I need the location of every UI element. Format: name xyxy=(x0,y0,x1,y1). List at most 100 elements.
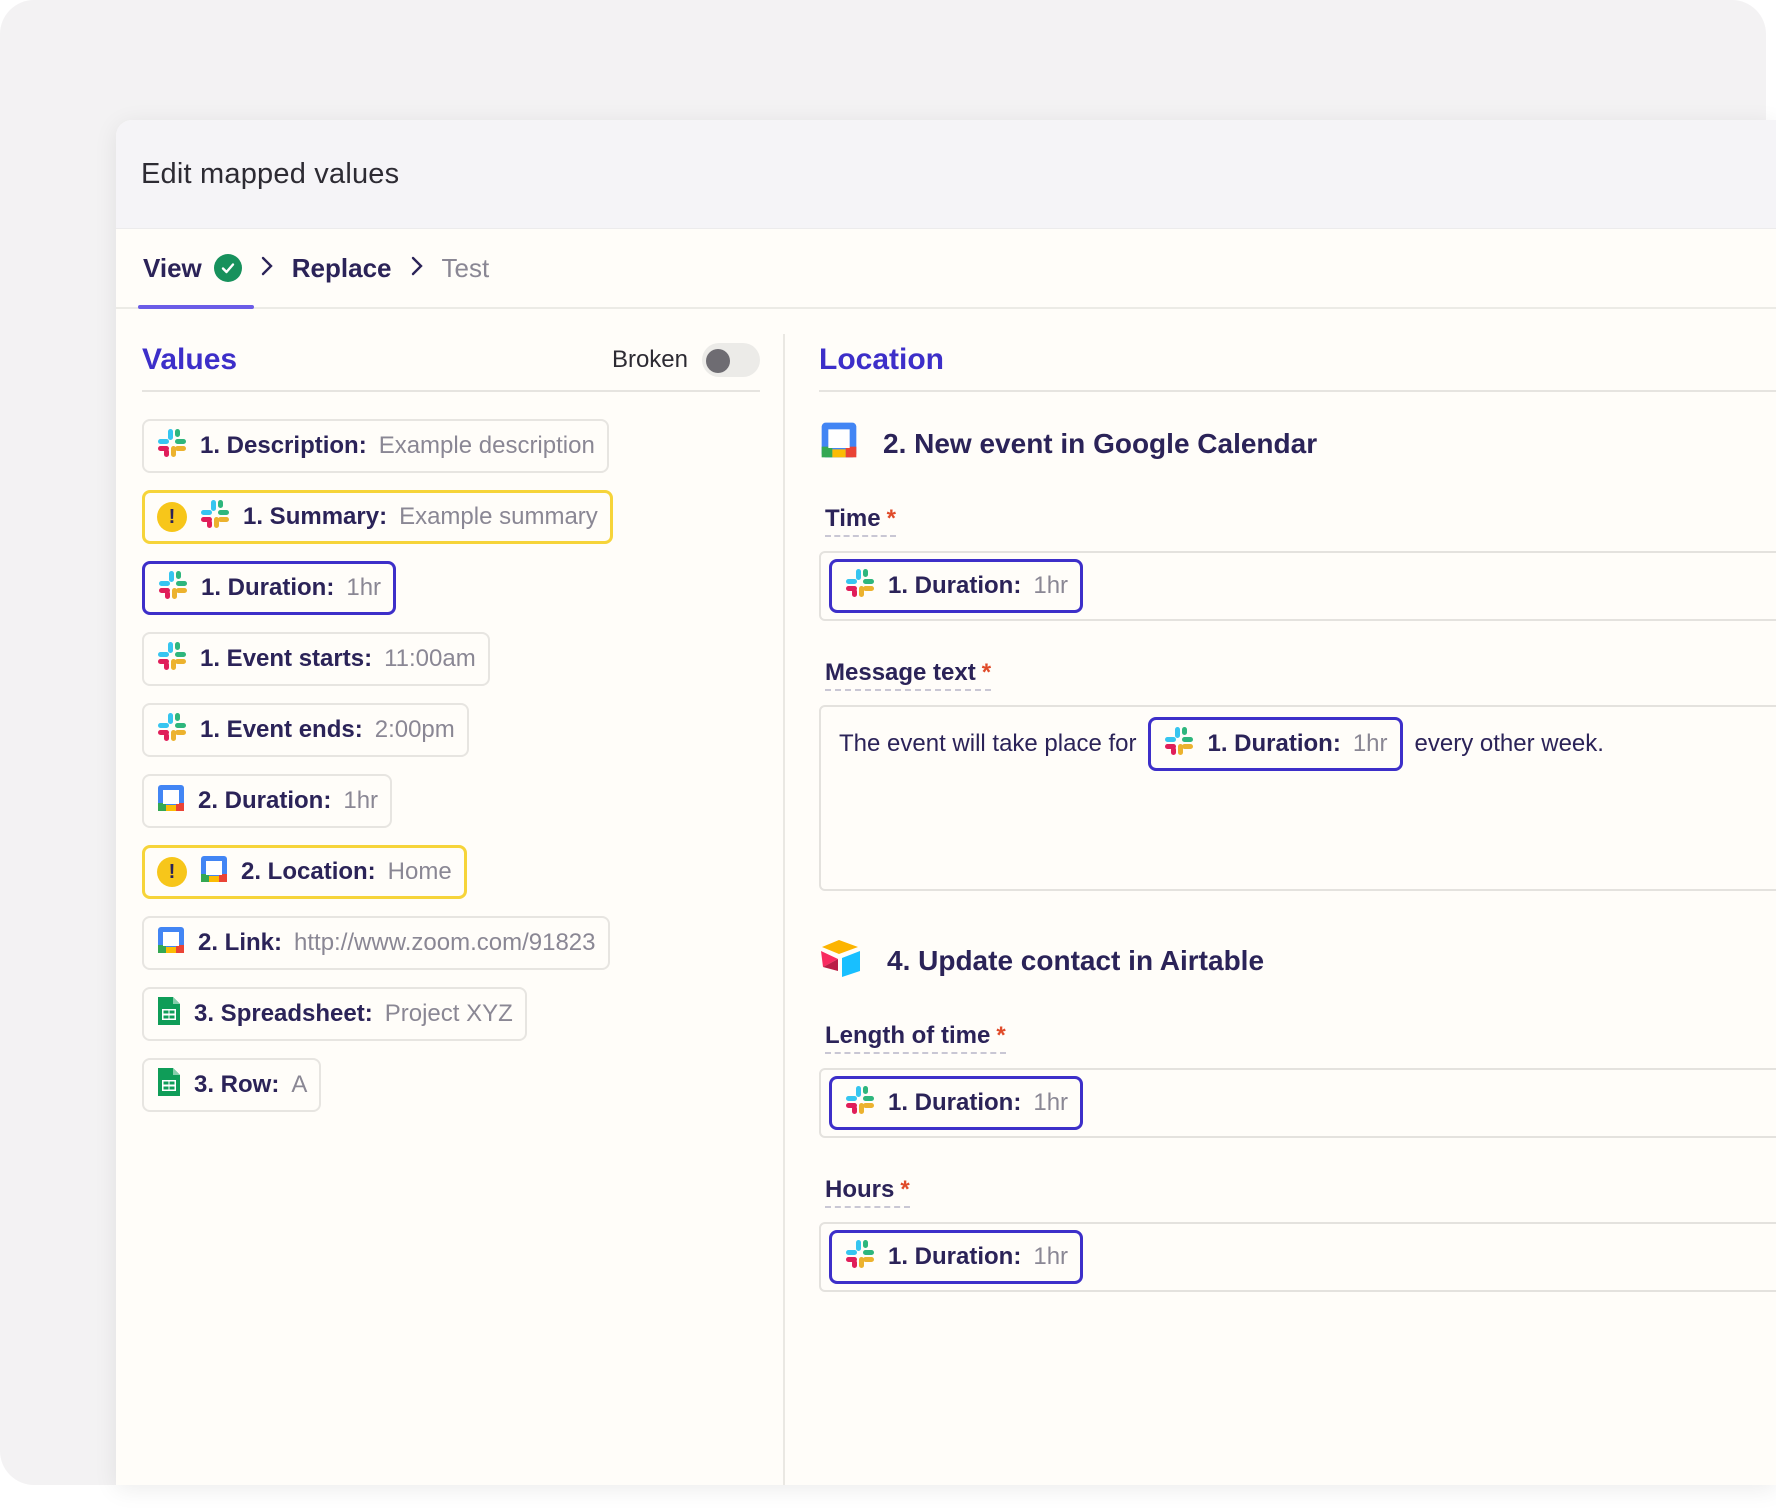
value-text: http://www.zoom.com/91823 xyxy=(294,929,596,956)
value-key: 2. Location: xyxy=(241,858,376,885)
field-label-text: Time xyxy=(825,505,881,532)
slack-icon xyxy=(156,427,188,466)
value-key: 3. Row: xyxy=(194,1071,280,1098)
message-text-content: The event will take place for 1. Duratio… xyxy=(839,717,1604,771)
location-heading: Location xyxy=(819,343,944,376)
length-of-time-field[interactable]: 1. Duration: 1hr xyxy=(819,1068,1776,1138)
mapped-value-pill[interactable]: 1. Duration: 1hr xyxy=(829,559,1084,613)
step-view[interactable]: View xyxy=(143,253,242,284)
broken-toggle-label: Broken xyxy=(611,346,688,373)
required-marker: * xyxy=(981,659,992,686)
slack-icon xyxy=(199,498,231,537)
google-calendar-icon xyxy=(156,925,186,962)
value-text: Home xyxy=(387,858,452,885)
value-text: Project XYZ xyxy=(384,1000,513,1027)
value-text: 1hr xyxy=(346,574,382,601)
panel-divider xyxy=(783,334,785,1485)
slack-icon xyxy=(844,1238,876,1277)
message-text-before: The event will take place for xyxy=(839,730,1137,757)
warning-icon: ! xyxy=(157,857,187,887)
field-label-hours: Hours * xyxy=(825,1176,910,1208)
values-header: Values Broken xyxy=(142,330,760,392)
slack-icon xyxy=(844,1084,876,1123)
value-pill[interactable]: 2. Link: http://www.zoom.com/91823 xyxy=(142,916,610,970)
active-step-indicator xyxy=(138,305,254,309)
chevron-right-icon xyxy=(260,253,274,284)
step-view-label: View xyxy=(143,252,202,283)
time-field[interactable]: 1. Duration: 1hr xyxy=(819,551,1776,621)
values-list: 1. Description: Example description! 1. Su… xyxy=(142,419,760,1112)
toggle-knob xyxy=(706,349,730,373)
value-pill[interactable]: 2. Duration: 1hr xyxy=(142,774,393,828)
google-sheets-icon xyxy=(156,995,182,1034)
pill-value: 1hr xyxy=(1352,730,1388,757)
mapped-value-pill[interactable]: 1. Duration: 1hr xyxy=(829,1076,1084,1130)
edit-mapped-values-dialog: Edit mapped values View Replace Test Val… xyxy=(116,120,1776,1485)
pill-key: 1. Duration: xyxy=(888,1089,1022,1116)
check-circle-icon xyxy=(213,254,242,282)
app-title: 4. Update contact in Airtable xyxy=(887,944,1265,976)
field-label-length-of-time: Length of time * xyxy=(825,1022,1006,1054)
required-marker: * xyxy=(886,505,896,532)
value-pill[interactable]: 1. Event ends: 2:00pm xyxy=(142,703,469,757)
mapped-value-pill[interactable]: 1. Duration: 1hr xyxy=(1148,717,1403,771)
value-key: 1. Event ends: xyxy=(200,716,363,743)
value-key: 2. Link: xyxy=(198,929,283,956)
location-header: Location xyxy=(819,330,1776,392)
value-pill[interactable]: 3. Spreadsheet: Project XYZ xyxy=(142,987,527,1041)
google-sheets-icon xyxy=(156,1066,182,1105)
slack-icon xyxy=(844,567,876,606)
field-label-text: Message text xyxy=(825,659,976,686)
value-text: Example description xyxy=(378,432,595,459)
app-title: 2. New event in Google Calendar xyxy=(883,427,1318,459)
required-marker: * xyxy=(900,1176,910,1203)
airtable-icon xyxy=(819,937,863,984)
value-text: Example summary xyxy=(399,503,598,530)
google-calendar-icon xyxy=(819,420,859,467)
field-label-text: Length of time xyxy=(825,1022,991,1049)
value-pill[interactable]: ! 1. Summary: Example summary xyxy=(142,490,613,544)
value-key: 1. Description: xyxy=(200,432,367,459)
value-pill[interactable]: 1. Description: Example description xyxy=(142,419,609,473)
stepper: View Replace Test xyxy=(116,229,1776,309)
values-panel: Values Broken 1. Description: Example des… xyxy=(142,330,760,1112)
app-airtable: 4. Update contact in Airtable xyxy=(819,937,1776,984)
slack-icon xyxy=(1163,725,1195,764)
value-key: 1. Summary: xyxy=(243,503,388,530)
value-pill[interactable]: 1. Event starts: 11:00am xyxy=(142,632,490,686)
dialog-title: Edit mapped values xyxy=(141,157,400,190)
step-test-label: Test xyxy=(441,252,490,283)
field-label-message-text: Message text * xyxy=(825,659,992,691)
value-text: 11:00am xyxy=(384,645,476,672)
pill-value: 1hr xyxy=(1033,572,1069,599)
broken-filter: Broken xyxy=(612,343,760,377)
value-pill[interactable]: 3. Row: A xyxy=(142,1058,322,1112)
value-key: 1. Duration: xyxy=(201,574,335,601)
app-google-calendar: 2. New event in Google Calendar xyxy=(819,420,1776,467)
message-text-field[interactable]: The event will take place for 1. Duratio… xyxy=(819,705,1776,891)
mapped-value-pill[interactable]: 1. Duration: 1hr xyxy=(829,1230,1084,1284)
value-key: 2. Duration: xyxy=(198,787,332,814)
slack-icon xyxy=(156,711,188,750)
location-panel: Location 2. New event in Google Calendar… xyxy=(819,330,1776,1292)
pill-value: 1hr xyxy=(1033,1243,1069,1270)
value-pill[interactable]: ! 2. Location: Home xyxy=(142,845,467,899)
value-key: 3. Spreadsheet: xyxy=(194,1000,373,1027)
value-key: 1. Event starts: xyxy=(200,645,373,672)
broken-toggle[interactable] xyxy=(702,343,760,377)
slack-icon xyxy=(156,640,188,679)
step-test[interactable]: Test xyxy=(442,253,490,284)
pill-value: 1hr xyxy=(1033,1089,1069,1116)
message-text-after: every other week. xyxy=(1414,730,1604,757)
slack-icon xyxy=(157,569,189,608)
step-replace-label: Replace xyxy=(291,252,392,283)
value-text: 1hr xyxy=(343,787,379,814)
google-calendar-icon xyxy=(199,854,229,891)
warning-icon: ! xyxy=(157,502,187,532)
hours-field[interactable]: 1. Duration: 1hr xyxy=(819,1222,1776,1292)
field-label-text: Hours xyxy=(825,1176,895,1203)
dialog-header: Edit mapped values xyxy=(116,120,1776,229)
value-pill[interactable]: 1. Duration: 1hr xyxy=(142,561,397,615)
step-replace[interactable]: Replace xyxy=(292,253,392,284)
field-label-time: Time * xyxy=(825,505,896,537)
